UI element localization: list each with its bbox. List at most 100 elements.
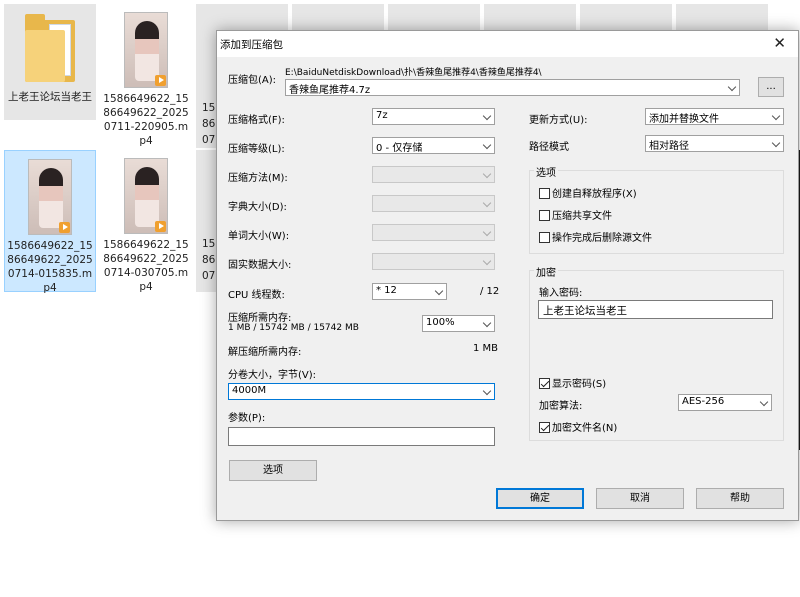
enc-method-label: 加密算法: [539, 401, 583, 412]
options-group-title: 选项 [534, 164, 558, 179]
video-thumbnail-icon [28, 159, 72, 235]
play-icon [155, 221, 166, 232]
dict-combo [372, 195, 495, 212]
file-label: 1586649622_1586649622_20250714-015835.mp… [7, 240, 93, 294]
chevron-down-icon [482, 318, 492, 328]
ok-button[interactable]: 确定 [496, 488, 584, 509]
play-icon [155, 75, 166, 86]
threads-label: CPU 线程数: [228, 290, 285, 301]
archive-path-text: E:\BaiduNetdiskDownload\扑\香辣鱼尾推荐4\香辣鱼尾推荐… [285, 68, 542, 78]
mem-comp-combo[interactable]: 100% [422, 315, 495, 332]
enc-method-value: AES-256 [682, 396, 725, 407]
level-combo[interactable]: 0 - 仅存储 [372, 137, 495, 154]
dict-label: 字典大小(D): [228, 202, 287, 213]
delete-checkbox[interactable]: 操作完成后删除源文件 [539, 229, 652, 244]
chevron-down-icon [434, 286, 444, 296]
encrypt-names-checkbox[interactable]: 加密文件名(N) [539, 419, 617, 434]
encrypt-names-label: 加密文件名(N) [552, 423, 618, 434]
update-combo[interactable]: 添加并替换文件 [645, 108, 784, 125]
level-label: 压缩等级(L): [228, 144, 285, 155]
method-combo [372, 166, 495, 183]
show-password-label: 显示密码(S) [552, 379, 607, 390]
chevron-down-icon [482, 111, 492, 121]
word-combo [372, 224, 495, 241]
video-tile-partial[interactable] [292, 4, 384, 30]
checkbox-icon [539, 210, 550, 221]
params-label: 参数(P): [228, 413, 266, 424]
word-label: 单词大小(W): [228, 231, 290, 242]
chevron-down-icon [727, 82, 737, 92]
folder-label: 上老王论坛当老王 [8, 91, 92, 103]
params-input[interactable] [228, 427, 495, 446]
video-tile-partial[interactable] [484, 4, 576, 30]
shared-checkbox[interactable]: 压缩共享文件 [539, 207, 612, 222]
solid-label: 固实数据大小: [228, 260, 292, 271]
split-combo[interactable]: 4000M [228, 383, 495, 400]
help-button[interactable]: 帮助 [696, 488, 784, 509]
video-tile[interactable]: 1586649622_1586649622_20250711-220905.mp… [100, 4, 192, 148]
video-tile-selected[interactable]: 1586649622_1586649622_20250714-015835.mp… [4, 150, 96, 294]
show-password-checkbox[interactable]: 显示密码(S) [539, 375, 606, 390]
cancel-button[interactable]: 取消 [596, 488, 684, 509]
checkbox-icon [539, 232, 550, 243]
threads-combo[interactable]: * 12 [372, 283, 447, 300]
threads-value: * 12 [376, 285, 397, 296]
mem-comp-detail: 1 MB / 15742 MB / 15742 MB [228, 323, 359, 333]
split-value: 4000M [232, 385, 267, 396]
chevron-down-icon [482, 256, 492, 266]
archive-name-combo[interactable]: 香辣鱼尾推荐4.7z [285, 79, 740, 96]
video-thumbnail-icon [124, 158, 168, 234]
level-value: 0 - 仅存储 [376, 143, 423, 154]
sfx-checkbox[interactable]: 创建自释放程序(X) [539, 185, 637, 200]
chevron-down-icon [759, 397, 769, 407]
sfx-label: 创建自释放程序(X) [552, 189, 637, 200]
archive-name-value: 香辣鱼尾推荐4.7z [289, 85, 371, 96]
file-label: 1586649622_1586649622_20250714-030705.mp… [103, 239, 189, 293]
chevron-down-icon [482, 198, 492, 208]
encrypt-group-title: 加密 [534, 264, 558, 279]
chevron-down-icon [482, 169, 492, 179]
file-label: 1586649622_1586649622_20250711-220905.mp… [103, 93, 189, 147]
chevron-down-icon [771, 111, 781, 121]
video-tile-partial[interactable] [580, 4, 672, 30]
browse-button[interactable]: ... [758, 77, 784, 97]
threads-max: / 12 [480, 286, 500, 297]
solid-combo [372, 253, 495, 270]
video-thumbnail-icon [124, 12, 168, 88]
options-button[interactable]: 选项 [229, 460, 317, 481]
archive-label: 压缩包(A): [228, 75, 277, 86]
format-label: 压缩格式(F): [228, 115, 285, 126]
title-bar: 添加到压缩包 ✕ [217, 31, 798, 57]
video-tile-partial[interactable] [676, 4, 768, 30]
update-label: 更新方式(U): [529, 115, 588, 126]
close-icon[interactable]: ✕ [773, 34, 786, 52]
split-label: 分卷大小，字节(V): [228, 370, 317, 381]
path-mode-combo[interactable]: 相对路径 [645, 135, 784, 152]
folder-icon [25, 14, 75, 84]
update-value: 添加并替换文件 [649, 114, 719, 125]
video-tile[interactable]: 1586649622_1586649622_20250714-030705.mp… [100, 150, 192, 293]
mem-comp-value: 100% [426, 317, 455, 328]
format-value: 7z [376, 110, 388, 121]
path-mode-label: 路径模式 [529, 142, 569, 153]
chevron-down-icon [482, 227, 492, 237]
enc-method-combo[interactable]: AES-256 [678, 394, 772, 411]
add-to-archive-dialog: 添加到压缩包 ✕ 压缩包(A): E:\BaiduNetdiskDownload… [216, 30, 799, 521]
mem-decomp-value: 1 MB [473, 343, 499, 354]
checkbox-icon [539, 188, 550, 199]
dialog-title: 添加到压缩包 [220, 39, 283, 51]
play-icon [59, 222, 70, 233]
mem-comp-label: 压缩所需内存: [228, 313, 292, 324]
folder-tile[interactable]: 上老王论坛当老王 [4, 4, 96, 120]
delete-label: 操作完成后删除源文件 [552, 233, 652, 244]
method-label: 压缩方法(M): [228, 173, 288, 184]
path-mode-value: 相对路径 [649, 141, 689, 152]
video-tile-partial[interactable] [388, 4, 480, 30]
password-input[interactable]: 上老王论坛当老王 [538, 300, 773, 319]
mem-decomp-label: 解压缩所需内存: [228, 347, 302, 358]
password-label: 输入密码: [539, 288, 583, 299]
format-combo[interactable]: 7z [372, 108, 495, 125]
checkbox-checked-icon [539, 422, 550, 433]
shared-label: 压缩共享文件 [552, 211, 612, 222]
chevron-down-icon [482, 386, 492, 396]
